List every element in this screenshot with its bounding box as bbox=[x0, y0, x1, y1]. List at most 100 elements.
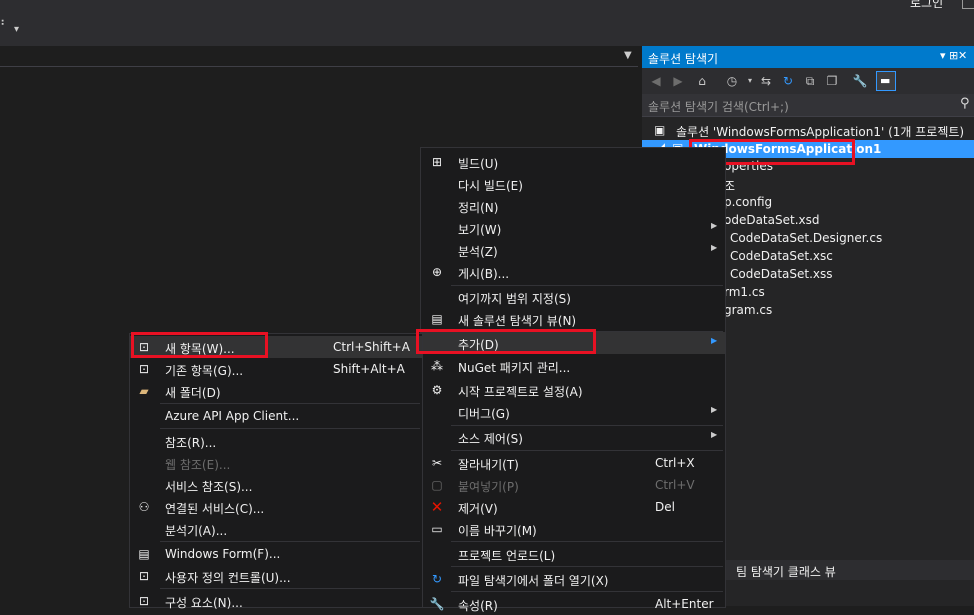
menu-separator bbox=[160, 588, 420, 589]
gear-icon: ⚙ bbox=[431, 383, 443, 397]
login-link[interactable]: 로그인 bbox=[910, 0, 943, 11]
menu-item-new-solution-explorer-view[interactable]: ▤ 새 솔루션 탐색기 뷰(N) bbox=[421, 308, 725, 330]
document-tab-divider bbox=[0, 66, 638, 67]
collapse-all-icon[interactable]: ⧉ bbox=[802, 73, 818, 89]
solution-explorer-toolbar: ◀ ▶ ⌂ ◷ ▾ ⇆ ↻ ⧉ ❐ 🔧 ▬ bbox=[642, 68, 974, 94]
solution-explorer-titlebar: 솔루션 탐색기 ▾ ⊞ ✕ bbox=[642, 46, 974, 68]
menu-item-connected-service[interactable]: ⚇ 연결된 서비스(C)... bbox=[130, 496, 422, 518]
menu-item-scope-to-this[interactable]: 여기까지 범위 지정(S) bbox=[421, 286, 725, 308]
menu-item-view[interactable]: 보기(W) ▶ bbox=[421, 217, 725, 239]
build-icon: ⊞ bbox=[431, 155, 443, 169]
tree-item-solution[interactable]: 솔루션 'WindowsFormsApplication1' (1개 프로젝트) bbox=[676, 123, 964, 140]
submenu-arrow-icon: ▶ bbox=[711, 405, 718, 414]
highlight-box-new-item bbox=[131, 332, 268, 358]
project-context-menu: ⊞ 빌드(U) 다시 빌드(E) 정리(N) 보기(W) ▶ 분석(Z) ▶ ⊕ 게시(… bbox=[420, 147, 726, 613]
menu-item-set-startup[interactable]: ⚙ 시작 프로젝트로 설정(A) bbox=[421, 379, 725, 401]
rename-icon: ▭ bbox=[431, 522, 443, 536]
menu-separator bbox=[451, 450, 723, 451]
refresh-icon[interactable]: ↻ bbox=[780, 73, 796, 89]
new-view-icon: ▤ bbox=[431, 312, 443, 326]
menu-separator bbox=[160, 428, 420, 429]
menu-item-open-folder[interactable]: ↻ 파일 탐색기에서 폴더 열기(X) bbox=[421, 568, 725, 590]
menu-item-properties[interactable]: 🔧 속성(R) Alt+Enter bbox=[421, 593, 725, 615]
highlight-box-add bbox=[416, 329, 596, 354]
menu-item-remove[interactable]: ✕ 제거(V) Del bbox=[421, 496, 725, 518]
menu-item-publish[interactable]: ⊕ 게시(B)... bbox=[421, 261, 725, 283]
delete-x-icon: ✕ bbox=[430, 498, 444, 516]
tree-item-codedataset-xsd[interactable]: odeDataSet.xsd bbox=[724, 213, 819, 227]
publish-icon: ⊕ bbox=[431, 265, 443, 279]
toolbar-grip-icon: ⠃ bbox=[0, 18, 9, 32]
window-restore-button[interactable] bbox=[962, 0, 974, 9]
menu-separator bbox=[451, 591, 723, 592]
tree-item-codedataset-xsc[interactable]: CodeDataSet.xsc bbox=[730, 249, 833, 263]
menu-item-existing-item[interactable]: ⊡ 기존 항목(G)... Shift+Alt+A bbox=[130, 358, 422, 380]
menu-item-source-control[interactable]: 소스 제어(S) ▶ bbox=[421, 426, 725, 448]
tree-item-codedataset-designer[interactable]: CodeDataSet.Designer.cs bbox=[730, 231, 882, 245]
refresh-folder-icon: ↻ bbox=[431, 572, 443, 586]
windows-form-icon: ▤ bbox=[138, 547, 150, 561]
menu-item-clean[interactable]: 정리(N) bbox=[421, 195, 725, 217]
document-tab-dropdown[interactable]: ▼ bbox=[624, 50, 632, 61]
menu-item-component[interactable]: ⊡ 구성 요소(N)... bbox=[130, 590, 422, 612]
history-dropdown-icon[interactable]: ▾ bbox=[742, 73, 758, 89]
submenu-arrow-icon: ▶ bbox=[711, 221, 718, 230]
menu-item-service-reference[interactable]: 서비스 참조(S)... bbox=[130, 474, 422, 496]
back-icon[interactable]: ◀ bbox=[648, 73, 664, 89]
new-folder-icon: ▰ bbox=[139, 384, 149, 398]
tree-item-codedataset-xss[interactable]: CodeDataSet.xss bbox=[730, 267, 833, 281]
preview-icon: ▬ bbox=[880, 74, 891, 87]
wrench-icon[interactable]: 🔧 bbox=[852, 73, 868, 89]
menu-item-unload-project[interactable]: 프로젝트 언로드(L) bbox=[421, 543, 725, 565]
menu-separator bbox=[160, 541, 420, 542]
preview-toggle-button[interactable]: ▬ bbox=[876, 71, 896, 91]
menu-item-rename[interactable]: ▭ 이름 바꾸기(M) bbox=[421, 518, 725, 540]
submenu-arrow-icon: ▶ bbox=[711, 243, 718, 252]
nuget-icon: ⁂ bbox=[431, 359, 443, 373]
component-icon: ⊡ bbox=[138, 594, 150, 608]
menu-separator bbox=[451, 566, 723, 567]
menu-separator bbox=[451, 541, 723, 542]
tree-item-app-config[interactable]: p.config bbox=[724, 195, 772, 209]
submenu-arrow-icon: ▶ bbox=[711, 430, 718, 439]
menu-item-windows-form[interactable]: ▤ Windows Form(F)... bbox=[130, 543, 422, 565]
forward-icon[interactable]: ▶ bbox=[670, 73, 686, 89]
connected-service-icon: ⚇ bbox=[138, 500, 150, 514]
menu-item-nuget[interactable]: ⁂ NuGet 패키지 관리... bbox=[421, 355, 725, 377]
toolbar-overflow-dropdown[interactable]: ▾ bbox=[14, 24, 19, 35]
pin-icon[interactable]: ▾ ⊞ bbox=[940, 49, 958, 62]
menu-item-rebuild[interactable]: 다시 빌드(E) bbox=[421, 173, 725, 195]
history-icon[interactable]: ◷ bbox=[724, 73, 740, 89]
tree-item-form1[interactable]: rm1.cs bbox=[724, 285, 765, 299]
scissors-icon: ✂ bbox=[431, 456, 443, 470]
close-icon[interactable]: ✕ bbox=[958, 49, 967, 62]
menu-item-cut[interactable]: ✂ 잘라내기(T) Ctrl+X bbox=[421, 452, 725, 474]
solution-explorer-title: 솔루션 탐색기 bbox=[648, 52, 719, 66]
solution-explorer-search[interactable]: 솔루션 탐색기 검색(Ctrl+;) ⚲ bbox=[642, 94, 974, 117]
tree-item-program[interactable]: gram.cs bbox=[724, 303, 772, 317]
home-icon[interactable]: ⌂ bbox=[694, 73, 710, 89]
menu-item-new-folder[interactable]: ▰ 새 폴더(D) bbox=[130, 380, 422, 402]
menu-item-analyzer[interactable]: 분석기(A)... bbox=[130, 518, 422, 540]
paste-icon: ▢ bbox=[431, 478, 443, 492]
existing-item-icon: ⊡ bbox=[138, 362, 150, 376]
menu-item-user-control[interactable]: ⊡ 사용자 정의 컨트롤(U)... bbox=[130, 565, 422, 587]
submenu-arrow-icon: ▶ bbox=[711, 336, 718, 345]
menu-item-analyze[interactable]: 분석(Z) ▶ bbox=[421, 239, 725, 261]
menu-item-paste[interactable]: ▢ 붙여넣기(P) Ctrl+V bbox=[421, 474, 725, 496]
title-toolbar-area bbox=[0, 0, 974, 46]
search-input[interactable]: 솔루션 탐색기 검색(Ctrl+;) bbox=[648, 98, 789, 115]
menu-item-web-reference[interactable]: 웹 참조(E)... bbox=[130, 452, 422, 474]
search-icon[interactable]: ⚲ bbox=[960, 96, 970, 111]
menu-item-azure-api-app-client[interactable]: Azure API App Client... bbox=[130, 405, 422, 427]
sync-icon[interactable]: ⇆ bbox=[758, 73, 774, 89]
tab-team-class-view[interactable]: 팀 탐색기 클래스 뷰 bbox=[736, 563, 836, 580]
menu-item-build[interactable]: ⊞ 빌드(U) bbox=[421, 151, 725, 173]
wrench-icon: 🔧 bbox=[429, 597, 445, 611]
menu-item-reference[interactable]: 참조(R)... bbox=[130, 430, 422, 452]
solution-icon: ▣ bbox=[654, 123, 666, 137]
add-submenu: ⊡ 새 항목(W)... Ctrl+Shift+A ⊡ 기존 항목(G)... Shif… bbox=[129, 333, 423, 610]
menu-item-debug[interactable]: 디버그(G) ▶ bbox=[421, 401, 725, 423]
show-all-files-icon[interactable]: ❐ bbox=[824, 73, 840, 89]
user-control-icon: ⊡ bbox=[138, 569, 150, 583]
